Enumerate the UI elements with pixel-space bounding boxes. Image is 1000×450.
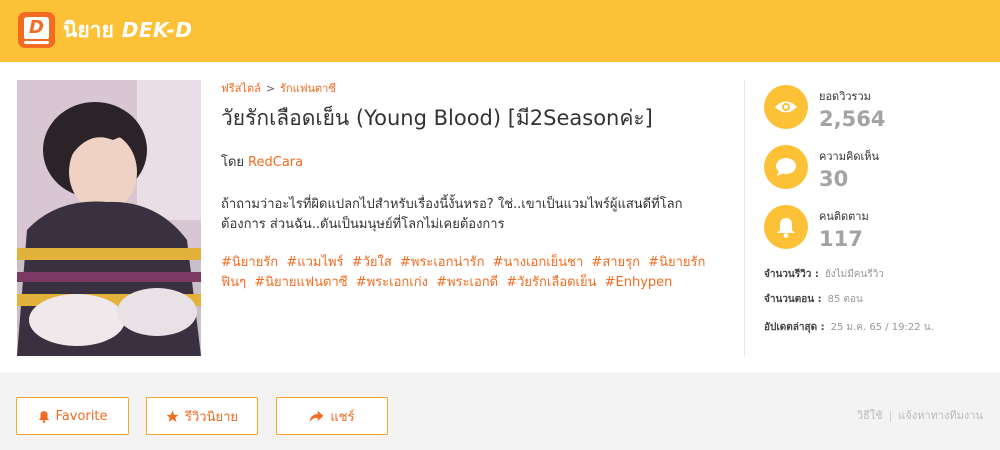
speech-bubble-icon xyxy=(764,145,808,189)
comments-stat: ความคิดเห็น 30 xyxy=(764,145,879,191)
reviews-label: จำนวนรีวิว : xyxy=(764,269,819,280)
tag-link[interactable]: #วัยรักเลือดเย็น xyxy=(506,275,596,290)
reviews-count: จำนวนรีวิว : ยังไม่มีคนรีวิว xyxy=(764,267,884,282)
bell-icon xyxy=(38,410,49,423)
favorite-label: Favorite xyxy=(55,408,108,424)
cover-illustration xyxy=(17,80,201,356)
footer-links: วิธีใช้ | แจ้งหาทางทีมงาน xyxy=(856,409,983,422)
tag-link[interactable]: #สายรุก xyxy=(591,255,640,270)
dek-d-logo[interactable]: D นิยาย DEK-D xyxy=(18,12,192,48)
favorite-button[interactable]: Favorite xyxy=(16,397,129,435)
logo-text-thai: นิยาย xyxy=(63,17,114,42)
divider xyxy=(744,80,745,356)
novel-info: ฟรีสไตล์ > รักแฟนตาซี วัยรักเลือดเย็น (Y… xyxy=(221,80,721,293)
updated-label: อัปเดตล่าสุด : xyxy=(764,322,825,333)
episodes-count: จำนวนตอน : 85 ตอน xyxy=(764,292,863,307)
breadcrumb-freestyle[interactable]: ฟรีสไตล์ xyxy=(221,79,261,97)
logo-text-brand: DEK-D xyxy=(121,18,193,42)
author-link[interactable]: RedCara xyxy=(248,155,303,170)
how-to-link[interactable]: วิธีใช้ xyxy=(857,409,883,422)
followers-stat: คนติดตาม 117 xyxy=(764,205,869,251)
report-link[interactable]: แจ้งหาทางทีมงาน xyxy=(898,409,983,422)
tag-link[interactable]: #พระเอกเก่ง xyxy=(356,275,428,290)
tag-link[interactable]: #นิยายรัก xyxy=(221,255,278,270)
logo-glyph: D xyxy=(24,17,49,39)
tag-link[interactable]: #นางเอกเย็นชา xyxy=(493,255,584,270)
eye-icon xyxy=(764,85,808,129)
tag-link[interactable]: #พระเอกน่ารัก xyxy=(400,255,485,270)
share-button[interactable]: แชร์ xyxy=(276,397,388,435)
breadcrumb-fantasy-romance[interactable]: รักแฟนตาซี xyxy=(280,79,336,97)
views-stat: ยอดวิวรวม 2,564 xyxy=(764,85,885,131)
novel-cover-image xyxy=(17,80,201,356)
comments-value: 30 xyxy=(819,167,849,191)
novel-title: วัยรักเลือดเย็น (Young Blood) [มี2Season… xyxy=(221,106,653,130)
top-navigation-bar: D นิยาย DEK-D xyxy=(0,0,1000,62)
updated-value: 25 ม.ค. 65 / 19:22 น. xyxy=(830,322,934,333)
review-button[interactable]: รีวิวนิยาย xyxy=(146,397,258,435)
book-logo-icon: D xyxy=(18,12,55,48)
tag-link[interactable]: #พระเอกดี xyxy=(436,275,498,290)
review-label: รีวิวนิยาย xyxy=(184,409,238,425)
breadcrumb-separator: > xyxy=(265,81,276,95)
share-arrow-icon xyxy=(310,410,324,422)
followers-value: 117 xyxy=(819,227,863,251)
episodes-label: จำนวนตอน : xyxy=(764,294,822,305)
tag-link[interactable]: #นิยายแฟนตาซี xyxy=(254,275,347,290)
followers-label: คนติดตาม xyxy=(819,210,869,223)
views-value: 2,564 xyxy=(819,107,886,131)
tag-link[interactable]: #Enhypen xyxy=(605,275,673,290)
author-prefix: โดย xyxy=(221,155,245,170)
breadcrumb: ฟรีสไตล์ > รักแฟนตาซี xyxy=(221,80,721,96)
action-bar: Favorite รีวิวนิยาย แชร์ วิธีใช้ | แจ้งหาท… xyxy=(0,373,1000,450)
episodes-value: 85 ตอน xyxy=(827,294,863,305)
novel-description: ถ้าถามว่าอะไรที่ผิดแปลกไปสำหรับเรื่องนี้… xyxy=(221,197,683,232)
comments-label: ความคิดเห็น xyxy=(819,150,879,163)
star-icon xyxy=(166,410,179,422)
tag-link[interactable]: #วัยใส xyxy=(352,255,392,270)
tag-link[interactable]: #แวมไพร์ xyxy=(286,255,343,270)
reviews-value: ยังไม่มีคนรีวิว xyxy=(824,269,884,280)
author-line: โดย RedCara xyxy=(221,151,721,172)
tag-list: #นิยายรัก #แวมไพร์ #วัยใส #พระเอกน่ารัก … xyxy=(221,253,716,293)
share-label: แชร์ xyxy=(330,409,355,425)
bell-icon xyxy=(764,205,808,249)
last-updated: อัปเดตล่าสุด : 25 ม.ค. 65 / 19:22 น. xyxy=(764,320,934,335)
views-label: ยอดวิวรวม xyxy=(819,90,871,103)
